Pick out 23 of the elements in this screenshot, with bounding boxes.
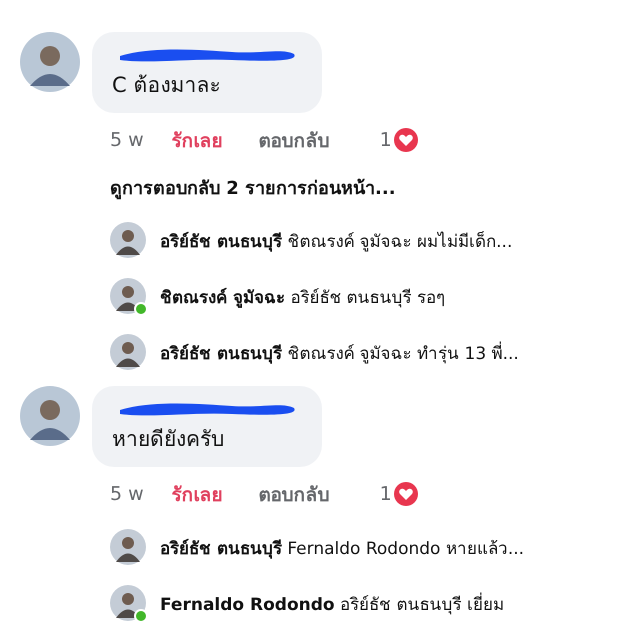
avatar[interactable] [20,386,80,446]
reply-link[interactable]: ตอบกลับ [258,479,330,509]
avatar[interactable] [110,529,146,565]
reply-text: ชิตณรงค์ จูมัจฉะ อริย์ธัช ตนธนบุรี รอๆ [160,286,446,310]
avatar[interactable] [20,32,80,92]
reply-link[interactable]: ตอบกลับ [258,125,330,155]
reply-text: อริย์ธัช ตนธนบุรี Fernaldo Rodondo หายแล้ว... [160,538,524,560]
avatar[interactable] [110,278,146,314]
view-previous-replies-link[interactable]: ดูการตอบกลับ 2 รายการก่อนหน้า... [0,173,640,202]
reaction-count: 1 [380,129,392,151]
comment-text: หายดียังครับ [112,426,225,453]
timestamp: 5 w [110,483,144,505]
love-link[interactable]: รักเลย [172,479,223,509]
avatar[interactable] [110,334,146,370]
reply-text: อริย์ธัช ตนธนบุรี ชิตณรงค์ จูมัจฉะ ทำรุ่น 13 พี่... [160,340,519,366]
reaction-count: 1 [380,483,392,505]
love-link[interactable]: รักเลย [172,125,223,155]
avatar[interactable] [110,222,146,258]
reply-text: อริย์ธัช ตนธนบุรี ชิตณรงค์ จูมัจฉะ ผมไม่มีเด็ก... [160,230,512,254]
avatar[interactable] [110,585,146,621]
timestamp: 5 w [110,129,144,151]
reply-text: Fernaldo Rodondo อริย์ธัช ตนธนบุรี เยี่ยม [160,592,504,616]
comment-text: C ต้องมาละ [112,72,222,99]
